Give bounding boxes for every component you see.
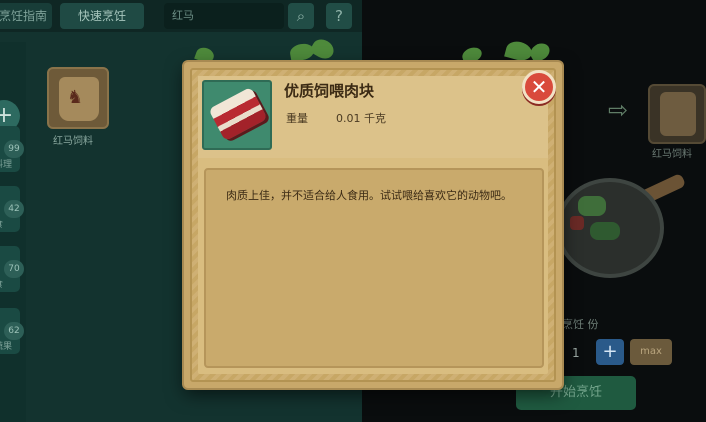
category-item[interactable]: 62 蔬果 [0, 308, 24, 354]
increase-quantity-button[interactable]: + [596, 339, 624, 365]
weight-value: 0.01 千克 [336, 112, 386, 125]
category-item[interactable]: 42 食 [0, 186, 24, 232]
feed-sack-icon [660, 92, 696, 136]
item-icon-box [202, 80, 272, 150]
weight-label: 重量 [286, 112, 308, 125]
item-description: 肉质上佳，并不适合给人食用。试试喂给喜欢它的动物吧。 [226, 189, 512, 202]
description-panel: 肉质上佳，并不适合给人食用。试试喂给喜欢它的动物吧。 [204, 168, 544, 368]
category-label: 蔬果 [0, 342, 13, 352]
meat-chunk-icon [570, 216, 584, 230]
category-item[interactable]: 99 料理 [0, 126, 24, 172]
arrow-right-icon: ⇨ [608, 96, 629, 124]
close-button[interactable]: ✕ [522, 70, 556, 104]
category-count: 70 [4, 260, 24, 278]
cook-portion-label: 烹饪 份 [562, 318, 599, 331]
category-label: 料理 [0, 160, 13, 170]
category-label: 食 [0, 277, 3, 290]
horse-icon: ♞ [67, 87, 84, 108]
item-detail-dialog: 优质饲喂肉块 重量 0.01 千克 ✕ 肉质上佳，并不适合给人食用。试试喂给喜欢… [184, 62, 562, 388]
category-label: 食 [0, 217, 3, 230]
vegetable-icon [578, 196, 606, 216]
tab-cooking-guide[interactable]: 烹饪指南 [0, 3, 52, 29]
quantity-value: 1 [572, 346, 580, 360]
max-quantity-button[interactable]: max [630, 339, 672, 365]
vegetable-icon [590, 222, 620, 240]
help-icon[interactable]: ? [326, 3, 352, 29]
search-icon[interactable]: ⌕ [288, 3, 314, 29]
recipe-item-slot[interactable]: ♞ [47, 67, 109, 129]
top-bar: 烹饪指南 快速烹饪 红马 ⌕ ? [0, 0, 362, 32]
category-item[interactable]: 70 食 [0, 246, 24, 292]
item-title: 优质饲喂肉块 [284, 82, 375, 100]
result-item-slot[interactable] [648, 84, 706, 144]
tab-quick-cook[interactable]: 快速烹饪 [60, 3, 144, 29]
recipe-item-label: 红马饲料 [53, 136, 93, 147]
category-count: 62 [4, 322, 24, 340]
result-item-label: 红马饲料 [652, 149, 692, 160]
search-input[interactable]: 红马 [164, 3, 284, 29]
category-strip: + 制作 99 料理 42 食 70 食 62 蔬果 [0, 42, 26, 422]
category-count: 99 [4, 140, 24, 158]
meat-icon [208, 86, 268, 142]
category-count: 42 [4, 200, 24, 218]
